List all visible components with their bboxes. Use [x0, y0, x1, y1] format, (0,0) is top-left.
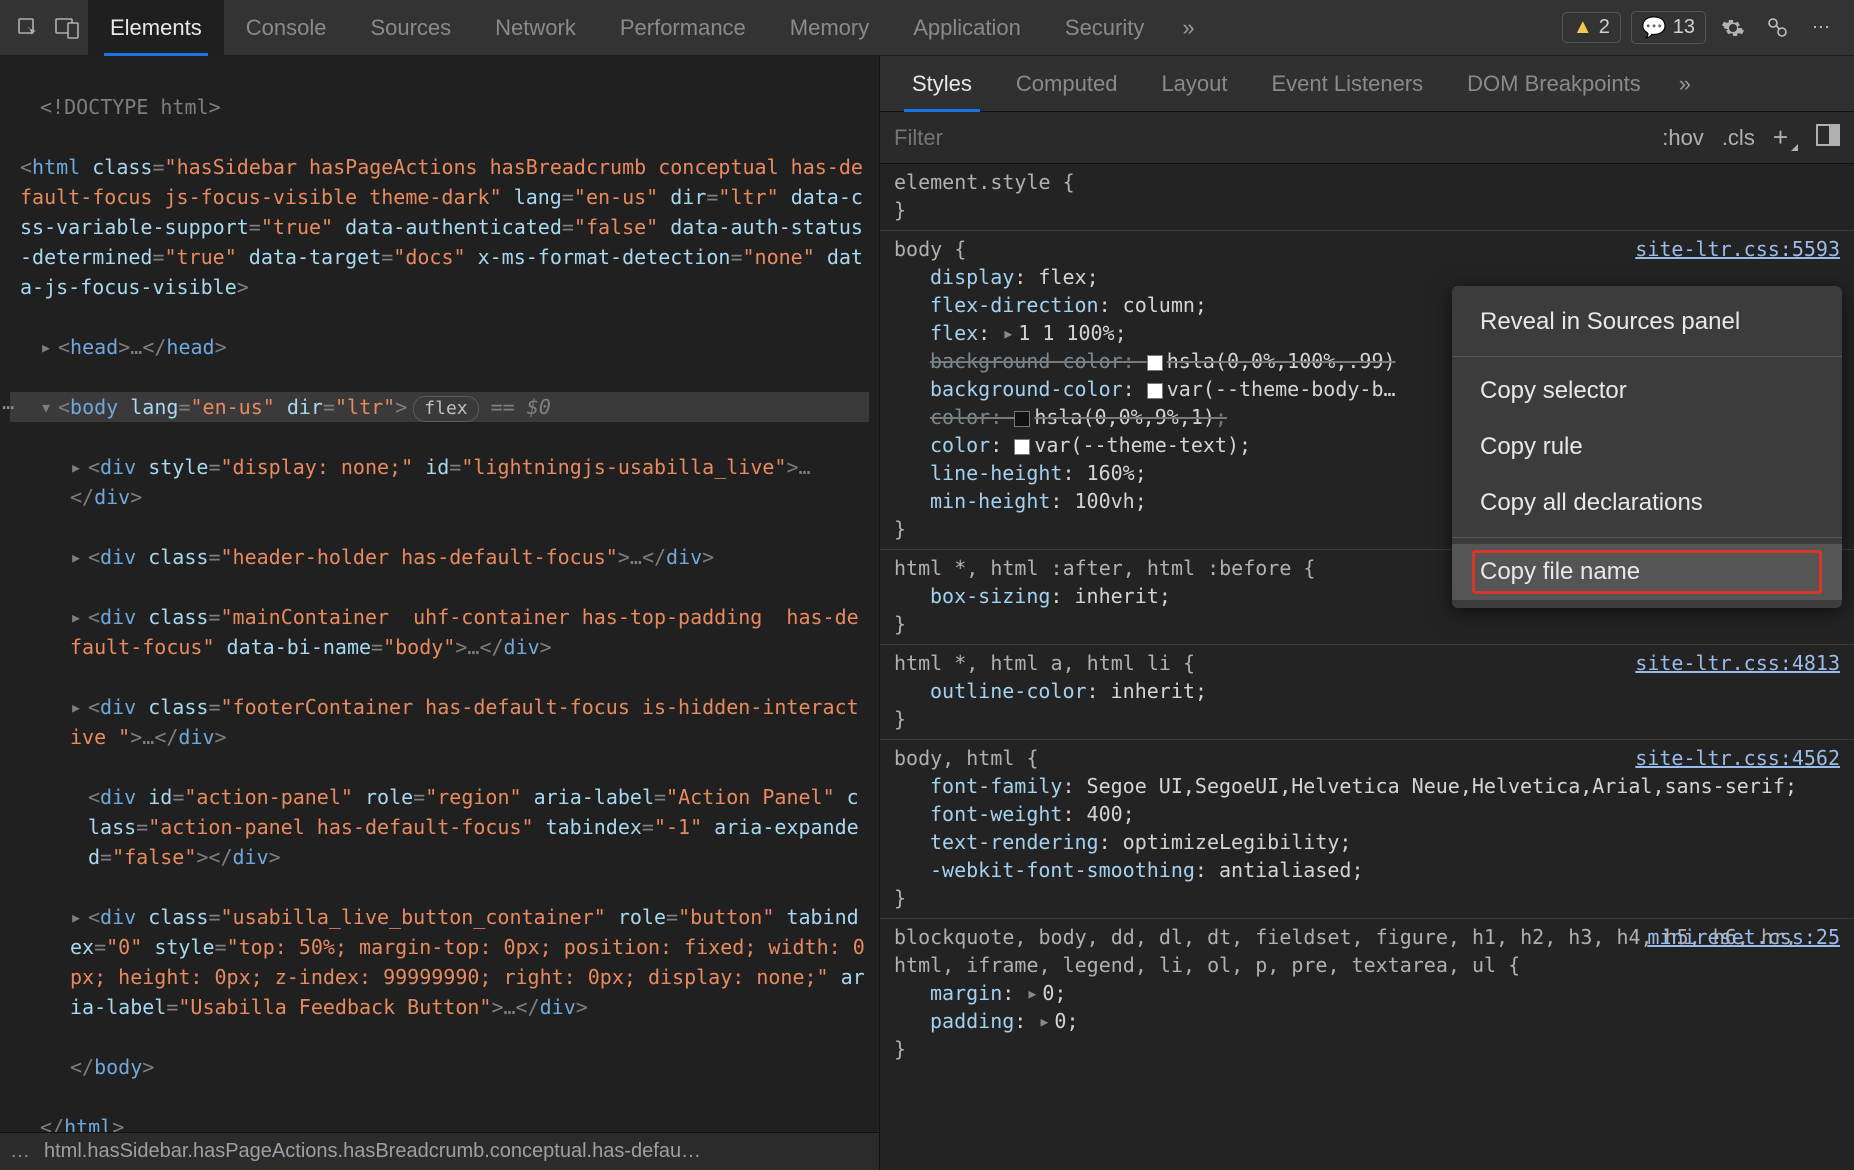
color-swatch[interactable]: [1147, 383, 1163, 399]
selector[interactable]: body, html: [894, 746, 1014, 770]
subtabs-overflow-icon[interactable]: »: [1663, 71, 1707, 97]
expand-icon[interactable]: ▸: [1002, 319, 1018, 347]
cm-copy-all-declarations[interactable]: Copy all declarations: [1452, 475, 1842, 531]
devtools-toolbar: Elements Console Sources Network Perform…: [0, 0, 1854, 56]
eq-dollar-zero: == $0: [491, 395, 551, 419]
div-node[interactable]: ▸<div class="mainContainer uhf-container…: [10, 602, 869, 662]
cls-toggle[interactable]: .cls: [1722, 125, 1755, 151]
source-link[interactable]: minireset.css:25: [1647, 923, 1840, 951]
tab-elements[interactable]: Elements: [88, 0, 224, 56]
styles-panel: Styles Computed Layout Event Listeners D…: [880, 56, 1854, 1170]
selector[interactable]: body: [894, 237, 942, 261]
source-link[interactable]: site-ltr.css:4813: [1635, 649, 1840, 677]
div-node[interactable]: <div id="action-panel" role="region" ari…: [10, 782, 869, 872]
sidebar-tabs: Styles Computed Layout Event Listeners D…: [880, 56, 1854, 112]
gear-icon[interactable]: [1716, 11, 1750, 45]
ellipsis-icon: ⋯: [2, 392, 14, 422]
selector[interactable]: html *, html a, html li: [894, 651, 1171, 675]
warnings-badge[interactable]: ▲2: [1562, 12, 1621, 43]
breadcrumb-ellipsis[interactable]: …: [10, 1140, 30, 1163]
body-node-selected[interactable]: ⋯▾<body lang="en-us" dir="ltr">flex== $0: [10, 392, 869, 422]
tab-computed[interactable]: Computed: [994, 56, 1140, 112]
tab-console[interactable]: Console: [224, 0, 349, 56]
dock-icon[interactable]: [1760, 11, 1794, 45]
head-node[interactable]: ▸<head>…</head>: [10, 332, 869, 362]
color-swatch[interactable]: [1147, 355, 1163, 371]
tab-event-listeners[interactable]: Event Listeners: [1250, 56, 1446, 112]
body-close-node[interactable]: </body>: [10, 1052, 869, 1082]
doctype-node[interactable]: <!DOCTYPE html>: [40, 95, 221, 119]
tabs-overflow-icon[interactable]: »: [1166, 15, 1210, 41]
tab-dom-breakpoints[interactable]: DOM Breakpoints: [1445, 56, 1663, 112]
breadcrumb-node[interactable]: html.hasSidebar.hasPageActions.hasBreadc…: [44, 1140, 701, 1163]
tab-network[interactable]: Network: [473, 0, 598, 56]
warnings-count: 2: [1599, 16, 1610, 39]
cm-copy-selector[interactable]: Copy selector: [1452, 363, 1842, 419]
messages-count: 13: [1673, 16, 1695, 39]
expand-icon[interactable]: ▸: [1026, 979, 1042, 1007]
flex-pill: flex: [413, 396, 478, 422]
color-swatch[interactable]: [1014, 411, 1030, 427]
tab-performance[interactable]: Performance: [598, 0, 768, 56]
source-link[interactable]: site-ltr.css:5593: [1635, 235, 1840, 263]
tab-security[interactable]: Security: [1043, 0, 1166, 56]
context-menu: Reveal in Sources panel Copy selector Co…: [1452, 286, 1842, 608]
inspect-icon[interactable]: [8, 8, 48, 48]
main-tabs: Elements Console Sources Network Perform…: [88, 0, 1562, 56]
rule-body-html[interactable]: site-ltr.css:4562 body, html { font-fami…: [880, 739, 1854, 918]
color-swatch[interactable]: [1014, 439, 1030, 455]
computed-panel-icon[interactable]: [1816, 124, 1840, 152]
tab-sources[interactable]: Sources: [348, 0, 473, 56]
elements-panel: <!DOCTYPE html> <html class="hasSidebar …: [0, 56, 880, 1170]
device-toggle-icon[interactable]: [48, 8, 88, 48]
new-rule-icon[interactable]: +: [1773, 122, 1798, 153]
separator: [1452, 356, 1842, 357]
tab-layout[interactable]: Layout: [1139, 56, 1249, 112]
expand-icon[interactable]: ▸: [1038, 1007, 1054, 1035]
selector[interactable]: element.style: [894, 170, 1051, 194]
workspace: <!DOCTYPE html> <html class="hasSidebar …: [0, 56, 1854, 1170]
dom-tree[interactable]: <!DOCTYPE html> <html class="hasSidebar …: [0, 56, 879, 1132]
tab-application[interactable]: Application: [891, 0, 1043, 56]
cm-reveal-sources[interactable]: Reveal in Sources panel: [1452, 294, 1842, 350]
breadcrumb[interactable]: … html.hasSidebar.hasPageActions.hasBrea…: [0, 1132, 879, 1170]
div-node[interactable]: ▸<div class="header-holder has-default-f…: [10, 542, 869, 572]
toolbar-right: ▲2 💬13 ⋯: [1562, 11, 1846, 45]
cm-copy-rule[interactable]: Copy rule: [1452, 419, 1842, 475]
rule-html-outline[interactable]: site-ltr.css:4813 html *, html a, html l…: [880, 644, 1854, 739]
hov-toggle[interactable]: :hov: [1662, 125, 1704, 151]
filter-input[interactable]: [894, 125, 1644, 151]
div-node[interactable]: ▸<div style="display: none;" id="lightni…: [10, 452, 869, 512]
html-close-node[interactable]: </html>: [10, 1112, 869, 1132]
tab-styles[interactable]: Styles: [890, 56, 994, 112]
filter-toolbar: :hov .cls +: [880, 112, 1854, 164]
message-icon: 💬: [1642, 15, 1667, 40]
selector[interactable]: html *, html :after, html :before: [894, 556, 1291, 580]
rule-minireset[interactable]: minireset.css:25 blockquote, body, dd, d…: [880, 918, 1854, 1069]
tab-memory[interactable]: Memory: [768, 0, 891, 56]
more-icon[interactable]: ⋯: [1804, 11, 1838, 45]
warning-icon: ▲: [1573, 16, 1593, 39]
html-node[interactable]: <html class="hasSidebar hasPageActions h…: [10, 152, 869, 302]
div-node[interactable]: ▸<div class="footerContainer has-default…: [10, 692, 869, 752]
messages-badge[interactable]: 💬 13: [1631, 11, 1706, 44]
cm-copy-file-name[interactable]: Copy file name: [1452, 544, 1842, 600]
separator: [1452, 537, 1842, 538]
source-link[interactable]: site-ltr.css:4562: [1635, 744, 1840, 772]
div-node[interactable]: ▸<div class="usabilla_live_button_contai…: [10, 902, 869, 1022]
rule-element-style[interactable]: element.style { }: [880, 164, 1854, 230]
